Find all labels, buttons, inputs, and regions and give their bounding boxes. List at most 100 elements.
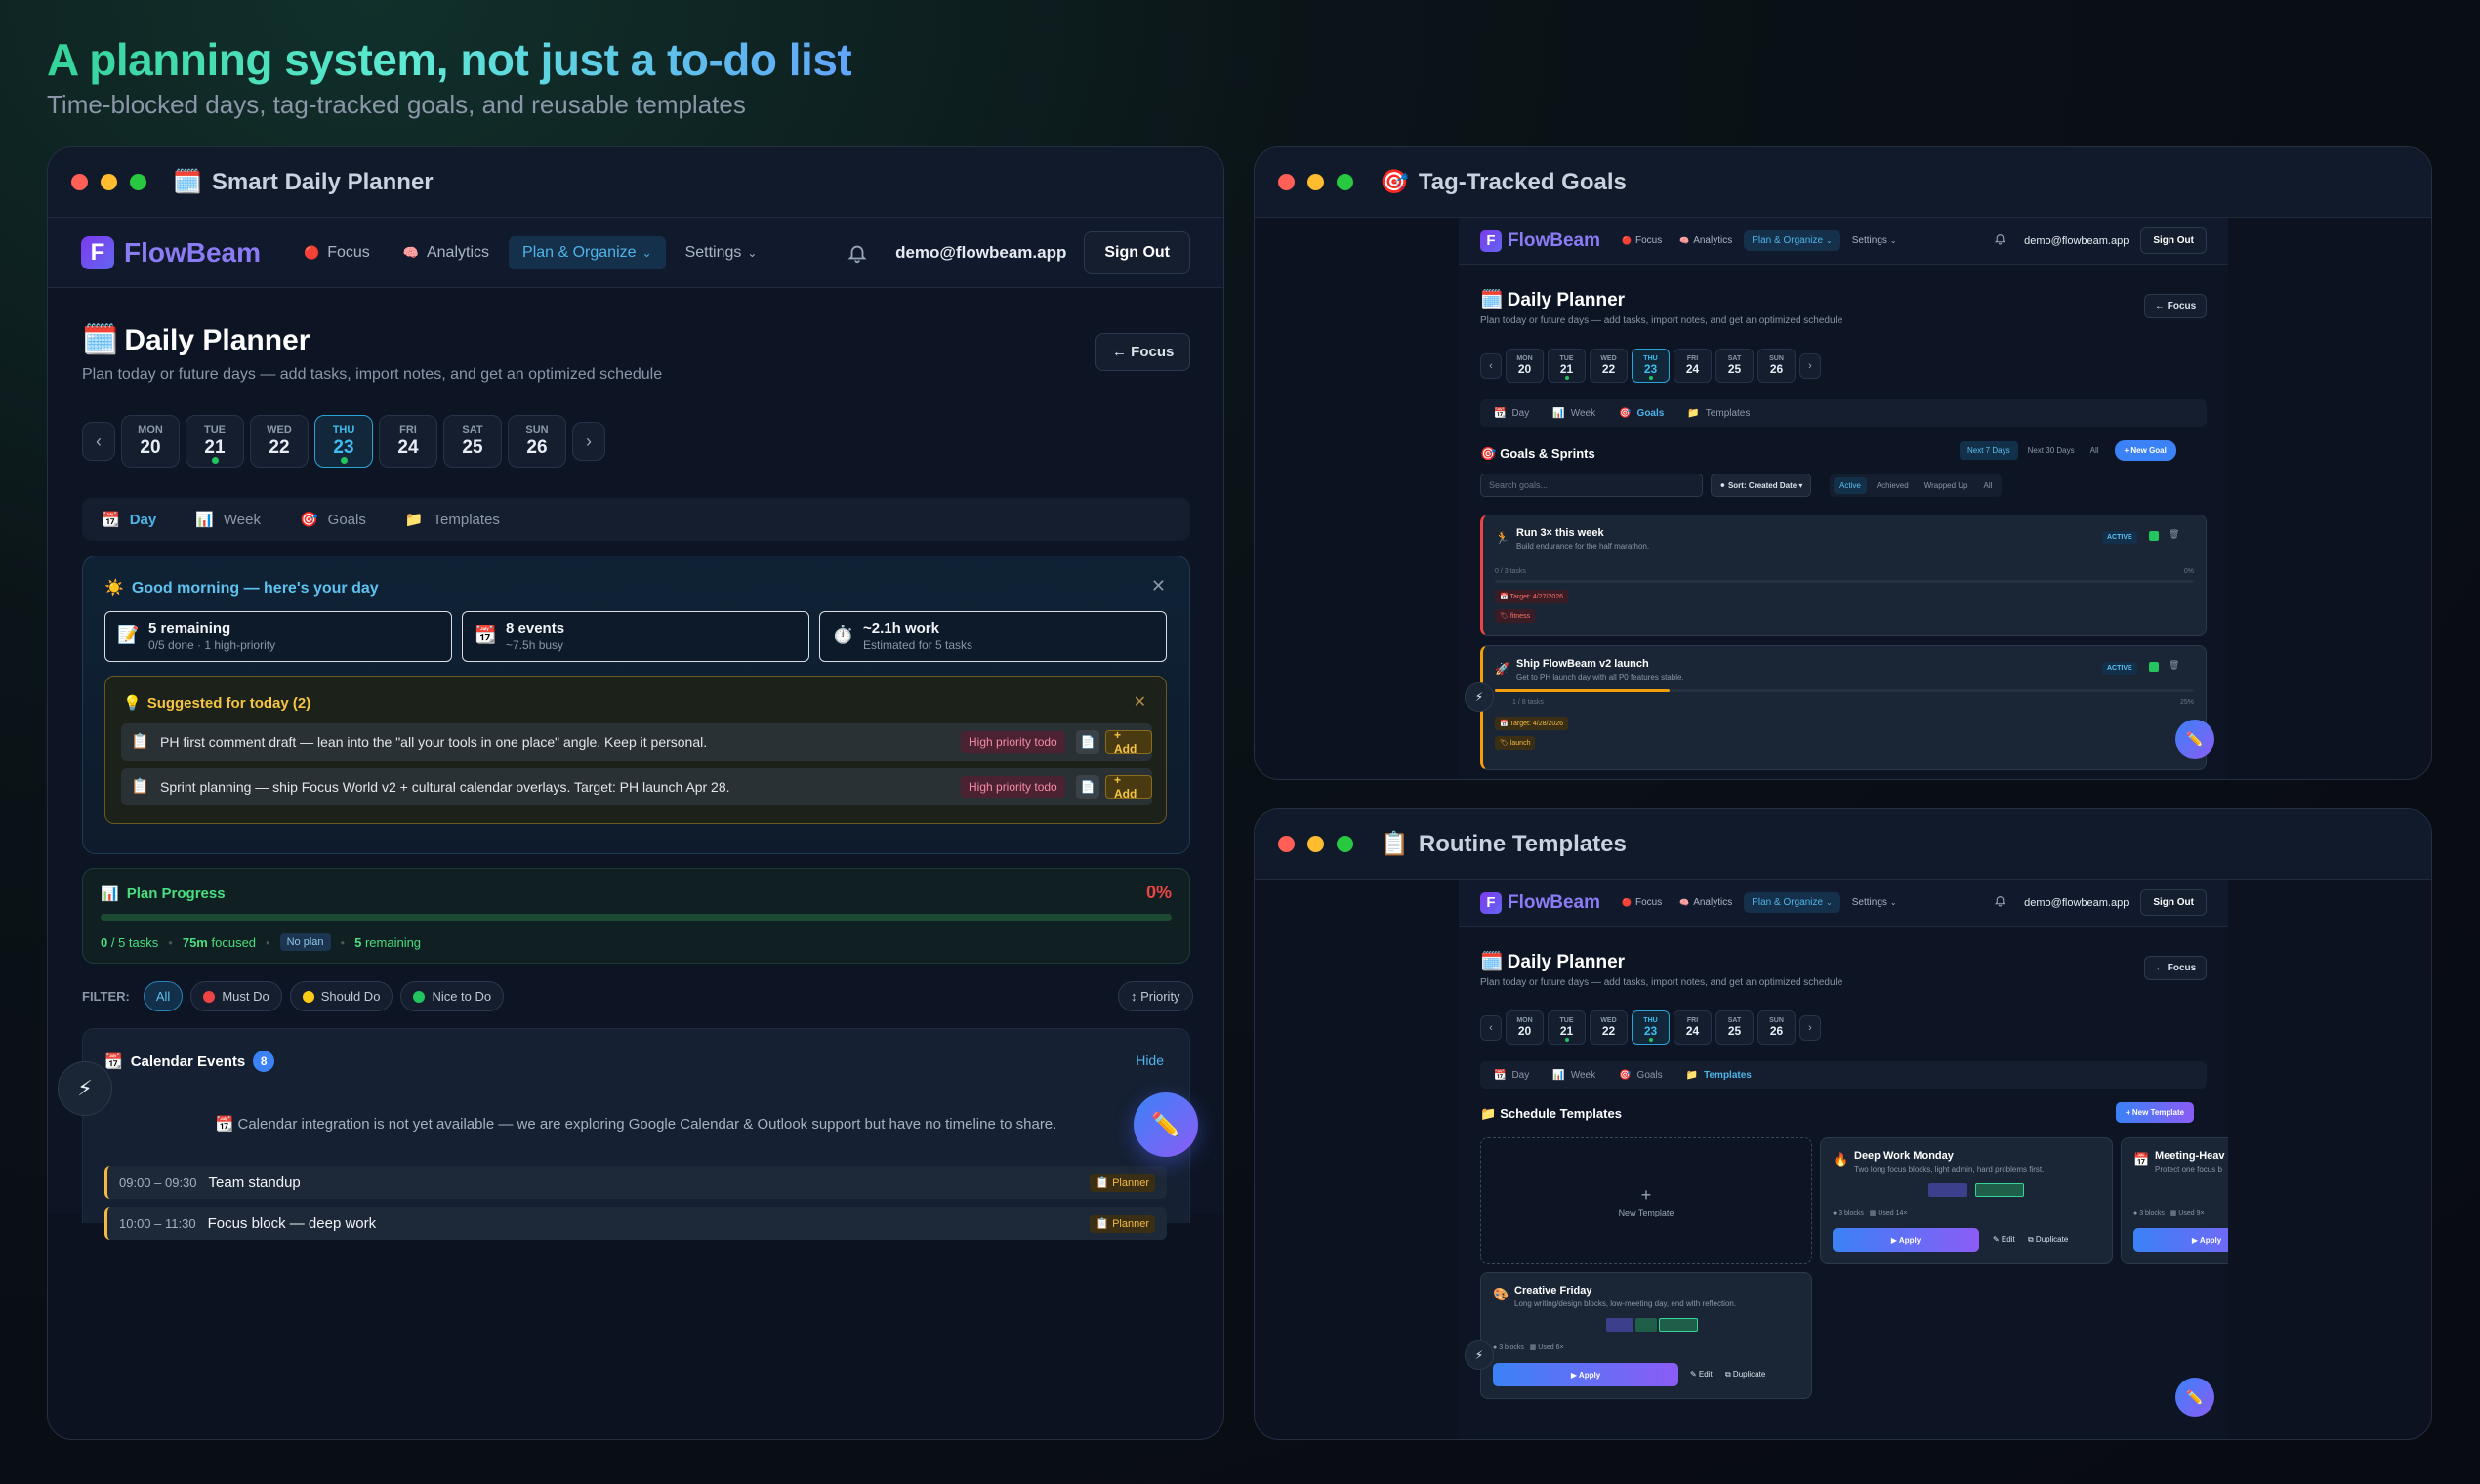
close-dot[interactable]	[1278, 836, 1295, 852]
close-icon[interactable]: ✕	[1134, 692, 1146, 712]
trash-icon[interactable]: 🗑	[2169, 660, 2179, 671]
nav-focus[interactable]: 🔴 Focus	[1622, 897, 1662, 908]
new-template-button[interactable]: + New Template	[2116, 1102, 2195, 1123]
tab-week[interactable]: 📊 Week	[1552, 408, 1595, 419]
nav-plan-organize[interactable]: Plan & Organize ⌄	[509, 235, 666, 269]
tab-day[interactable]: 📆 Day	[1494, 1070, 1529, 1081]
nav-analytics[interactable]: 🧠 Analytics	[403, 244, 489, 262]
event-row[interactable]: 09:00 – 09:30 Team standup 📋 Planner	[104, 1166, 1167, 1199]
edit-button[interactable]: ✎ Edit	[1690, 1370, 1713, 1379]
new-template-card[interactable]: + New Template	[1480, 1137, 1812, 1264]
next-week-button[interactable]: ›	[572, 422, 605, 461]
day-chip-wed[interactable]: WED 22	[250, 415, 309, 468]
logo[interactable]: F FlowBeam	[1480, 229, 1600, 252]
sign-out-button[interactable]: Sign Out	[1084, 230, 1190, 274]
duplicate-button[interactable]: ⧉ Duplicate	[2028, 1235, 2068, 1245]
tab-templates[interactable]: 📁 Templates	[405, 511, 500, 529]
day-chip-tue[interactable]: TUE 21	[186, 415, 244, 468]
prev-week-button[interactable]: ‹	[82, 422, 115, 461]
apply-button[interactable]: ▶ Apply	[1493, 1363, 1678, 1386]
day-chip-mon[interactable]: MON 20	[121, 415, 180, 468]
day-chip-wed[interactable]: WED 22	[1590, 1010, 1628, 1045]
trash-icon[interactable]: 🗑	[2169, 529, 2179, 540]
logo[interactable]: F FlowBeam	[81, 235, 261, 269]
event-row[interactable]: 10:00 – 11:30 Focus block — deep work 📋 …	[104, 1207, 1167, 1240]
check-icon[interactable]	[2149, 662, 2159, 672]
template-card[interactable]: 🎨 Creative Friday Long writing/design bl…	[1480, 1272, 1812, 1399]
tab-week[interactable]: 📊 Week	[1552, 1070, 1595, 1081]
nav-plan-organize[interactable]: Plan & Organize ⌄	[1744, 892, 1840, 913]
bell-icon[interactable]	[847, 242, 868, 264]
status-wrapped[interactable]: Wrapped Up	[1919, 477, 1974, 494]
logo[interactable]: F FlowBeam	[1480, 891, 1600, 914]
day-chip-wed[interactable]: WED 22	[1590, 349, 1628, 383]
goal-card[interactable]: 🏃 Run 3× this week Build endurance for t…	[1480, 515, 2207, 636]
day-chip-thu[interactable]: THU 23	[1632, 1010, 1670, 1045]
day-chip-mon[interactable]: MON 20	[1506, 1010, 1544, 1045]
back-to-focus-button[interactable]: ← Focus	[1095, 333, 1191, 371]
tab-templates[interactable]: 📁 Templates	[1687, 408, 1750, 419]
day-chip-tue[interactable]: TUE 21	[1548, 349, 1586, 383]
day-chip-sun[interactable]: SUN 26	[1757, 1010, 1796, 1045]
filter-all[interactable]: All	[143, 981, 184, 1011]
close-icon[interactable]: ✕	[1151, 576, 1166, 597]
minimize-dot[interactable]	[1307, 836, 1324, 852]
day-chip-mon[interactable]: MON 20	[1506, 349, 1544, 383]
bell-icon[interactable]	[1994, 894, 2006, 912]
search-goals-input[interactable]: Search goals...	[1480, 474, 1703, 497]
status-active[interactable]: Active	[1834, 476, 1867, 494]
minimize-dot[interactable]	[101, 174, 117, 190]
apply-button[interactable]: ▶ Apply	[1833, 1228, 1979, 1252]
check-icon[interactable]	[2149, 531, 2159, 541]
tab-templates[interactable]: 📁 Templates	[1686, 1070, 1752, 1081]
tab-goals[interactable]: 🎯 Goals	[1619, 1070, 1663, 1081]
template-card[interactable]: 📅 Meeting-Heav Protect one focus b ● 3 b…	[2121, 1137, 2228, 1264]
template-card[interactable]: 🔥 Deep Work Monday Two long focus blocks…	[1820, 1137, 2113, 1264]
nav-plan-organize[interactable]: Plan & Organize ⌄	[1744, 230, 1840, 251]
day-chip-sat[interactable]: SAT 25	[1715, 349, 1754, 383]
tab-day[interactable]: 📆 Day	[1494, 408, 1529, 419]
add-suggestion-button[interactable]: + Add	[1105, 728, 1152, 756]
sign-out-button[interactable]: Sign Out	[2140, 889, 2207, 916]
bolt-fab[interactable]: ⚡	[1465, 682, 1494, 712]
day-chip-fri[interactable]: FRI 24	[1674, 1010, 1712, 1045]
day-chip-sat[interactable]: SAT 25	[1715, 1010, 1754, 1045]
filter-must-do[interactable]: Must Do	[190, 981, 282, 1011]
nav-settings[interactable]: Settings ⌄	[685, 244, 758, 262]
add-suggestion-button[interactable]: + Add	[1105, 773, 1152, 801]
day-chip-thu[interactable]: THU 23	[314, 415, 373, 468]
edit-button[interactable]: ✎ Edit	[1993, 1235, 2015, 1244]
nav-settings[interactable]: Settings ⌄	[1852, 897, 1897, 908]
range-next-30[interactable]: Next 30 Days	[2022, 441, 2081, 460]
priority-sort-button[interactable]: ↕ Priority	[1118, 981, 1193, 1011]
status-achieved[interactable]: Achieved	[1871, 477, 1915, 494]
pencil-fab[interactable]: ✏️	[2175, 720, 2214, 759]
maximize-dot[interactable]	[1337, 174, 1353, 190]
day-chip-sun[interactable]: SUN 26	[1757, 349, 1796, 383]
nav-focus[interactable]: 🔴 Focus	[1622, 235, 1662, 246]
prev-week-button[interactable]: ‹	[1480, 352, 1502, 379]
range-all[interactable]: All	[2085, 441, 2105, 460]
apply-button[interactable]: ▶ Apply	[2133, 1228, 2228, 1252]
filter-nice-to-do[interactable]: Nice to Do	[400, 981, 505, 1011]
prev-week-button[interactable]: ‹	[1480, 1014, 1502, 1041]
new-goal-button[interactable]: + New Goal	[2114, 440, 2176, 461]
range-next-7[interactable]: Next 7 Days	[1960, 441, 2018, 460]
sign-out-button[interactable]: Sign Out	[2140, 227, 2207, 254]
day-chip-tue[interactable]: TUE 21	[1548, 1010, 1586, 1045]
tab-week[interactable]: 📊 Week	[195, 511, 261, 529]
bolt-fab[interactable]: ⚡	[58, 1061, 112, 1116]
goal-card[interactable]: 🚀 Ship FlowBeam v2 launch Get to PH laun…	[1480, 645, 2207, 770]
nav-analytics[interactable]: 🧠 Analytics	[1679, 235, 1732, 246]
close-dot[interactable]	[1278, 174, 1295, 190]
hide-button[interactable]: Hide	[1136, 1052, 1164, 1068]
close-dot[interactable]	[71, 174, 88, 190]
minimize-dot[interactable]	[1307, 174, 1324, 190]
document-icon[interactable]: 📄	[1076, 775, 1099, 799]
tab-day[interactable]: 📆 Day	[102, 511, 156, 529]
maximize-dot[interactable]	[130, 174, 146, 190]
maximize-dot[interactable]	[1337, 836, 1353, 852]
day-chip-sun[interactable]: SUN 26	[508, 415, 566, 468]
next-week-button[interactable]: ›	[1799, 1014, 1821, 1041]
next-week-button[interactable]: ›	[1799, 352, 1821, 379]
